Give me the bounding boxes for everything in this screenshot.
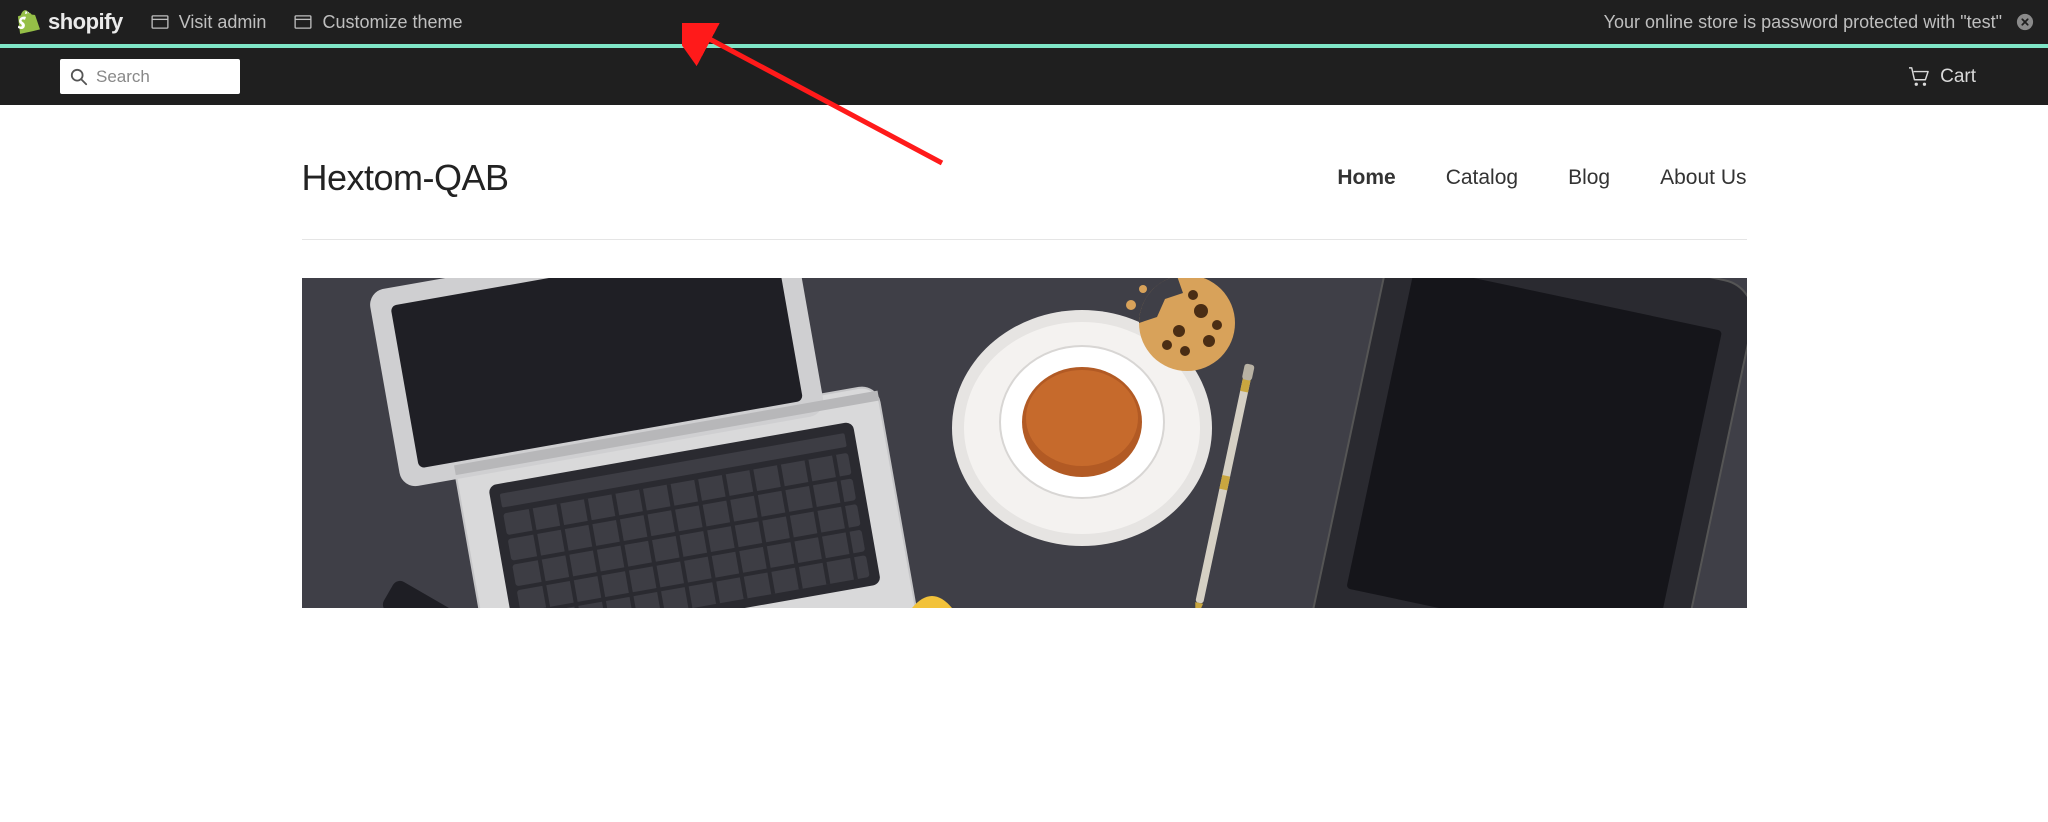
nav-catalog[interactable]: Catalog (1446, 166, 1518, 190)
store-header: Hextom-QAB Home Catalog Blog About Us (302, 105, 1747, 240)
nav-about[interactable]: About Us (1660, 166, 1746, 190)
main-nav: Home Catalog Blog About Us (1337, 166, 1746, 190)
shopify-admin-bar: shopify Visit admin Customize theme Your… (0, 0, 2048, 44)
shopify-logo[interactable]: shopify (18, 9, 123, 35)
customize-theme-label: Customize theme (322, 12, 462, 33)
shopify-word: shopify (48, 9, 123, 35)
password-notice: Your online store is password protected … (1604, 12, 2034, 33)
hero-image (302, 278, 1747, 608)
nav-home[interactable]: Home (1337, 166, 1395, 190)
password-notice-text: Your online store is password protected … (1604, 12, 2002, 33)
close-icon[interactable] (2016, 13, 2034, 31)
customize-theme-link[interactable]: Customize theme (294, 12, 462, 33)
cart-link[interactable]: Cart (1908, 66, 1976, 88)
shopify-bag-icon (18, 10, 40, 34)
visit-admin-label: Visit admin (179, 12, 267, 33)
store-name[interactable]: Hextom-QAB (302, 157, 509, 199)
search-box[interactable] (60, 59, 240, 94)
window-icon (294, 15, 312, 29)
search-input[interactable] (96, 59, 230, 94)
visit-admin-link[interactable]: Visit admin (151, 12, 267, 33)
hero-illustration (302, 278, 1747, 608)
cart-icon (1908, 67, 1930, 87)
nav-blog[interactable]: Blog (1568, 166, 1610, 190)
window-icon (151, 15, 169, 29)
store-utility-bar: Cart (0, 48, 2048, 105)
cart-label: Cart (1940, 66, 1976, 88)
search-icon (70, 68, 88, 86)
